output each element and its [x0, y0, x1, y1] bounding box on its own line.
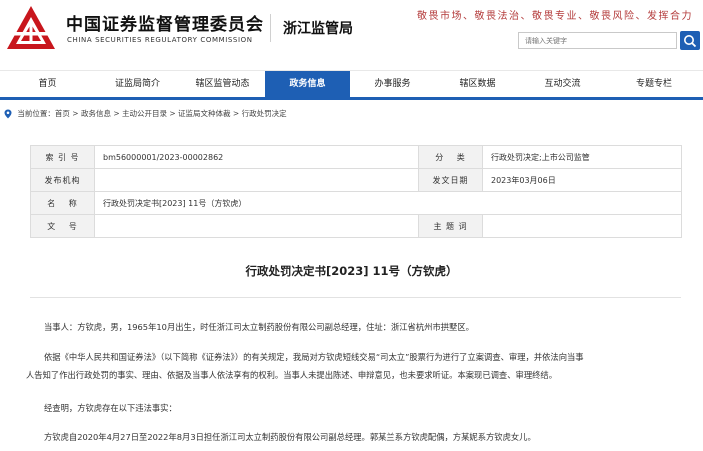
issuer-label: 发布机构 [30, 168, 95, 192]
nav-services[interactable]: 办事服务 [350, 71, 435, 98]
paragraph-basis-line2: 人告知了作出行政处罚的事实、理由、依据及当事人依法享有的权利。当事人未提出陈述、… [26, 370, 558, 380]
table-row: 名 称 行政处罚决定书[2023] 11号（方钦虎） [30, 191, 682, 215]
document-body-p4: 方钦虎自2020年4月27日至2022年8月3日担任浙江司太立制药股份有限公司副… [26, 428, 686, 446]
category-value: 行政处罚决定;上市公司监管 [482, 145, 682, 169]
date-label: 发文日期 [418, 168, 483, 192]
paragraph-basis-line1: 依据《中华人民共和国证券法》（以下简称《证券法》）的有关规定，我局对方钦虎短线交… [44, 352, 584, 362]
nav-bureau-intro[interactable]: 证监局简介 [95, 71, 180, 98]
breadcrumb: 当前位置：首页 > 政务信息 > 主动公开目录 > 证监局文种体裁 > 行政处罚… [4, 108, 287, 124]
index-value: bm56000001/2023-00002862 [94, 145, 419, 169]
document-title: 行政处罚决定书[2023] 11号（方钦虎） [245, 264, 458, 278]
document-info-table: 索 引 号 bm56000001/2023-00002862 分 类 行政处罚决… [30, 145, 682, 238]
docno-value [94, 214, 419, 238]
paragraph-facts: 方钦虎自2020年4月27日至2022年8月3日担任浙江司太立制药股份有限公司副… [44, 432, 536, 442]
keywords-label: 主 题 词 [418, 214, 483, 238]
issuer-value [94, 168, 419, 192]
document-body-p1: 当事人：方钦虎，男，1965年10月出生，时任浙江司太立制药股份有限公司副总经理… [26, 318, 686, 336]
org-name-cn: 中国证券监督管理委员会 [66, 15, 264, 35]
category-label: 分 类 [418, 145, 483, 169]
table-row: 发布机构 发文日期 2023年03月06日 [30, 168, 682, 192]
date-value: 2023年03月06日 [482, 168, 682, 192]
keywords-value [482, 214, 682, 238]
docno-label: 文 号 [30, 214, 95, 238]
bureau-name: 浙江监管局 [283, 21, 353, 37]
nav-gov-info[interactable]: 政务信息 [265, 71, 350, 98]
location-pin-icon [4, 109, 12, 118]
index-label: 索 引 号 [30, 145, 95, 169]
search-icon [684, 35, 697, 48]
table-row: 索 引 号 bm56000001/2023-00002862 分 类 行政处罚决… [30, 145, 682, 169]
nav-home[interactable]: 首页 [0, 71, 95, 98]
header-divider [270, 14, 271, 42]
org-name-en: CHINA SECURITIES REGULATORY COMMISSION [67, 36, 253, 44]
search-button[interactable] [680, 31, 700, 50]
search-input[interactable] [518, 32, 677, 49]
main-nav: 首页 证监局简介 辖区监管动态 政务信息 办事服务 辖区数据 互动交流 专题专栏 [0, 70, 703, 100]
document-body-p3: 经查明，方钦虎存在以下违法事实： [26, 399, 686, 417]
paragraph-party: 当事人：方钦虎，男，1965年10月出生，时任浙江司太立制药股份有限公司副总经理… [44, 322, 474, 332]
breadcrumb-path[interactable]: 首页 > 政务信息 > 主动公开目录 > 证监局文种体裁 > 行政处罚决定 [55, 109, 287, 118]
nav-interaction[interactable]: 互动交流 [520, 71, 605, 98]
nav-special-topics[interactable]: 专题专栏 [605, 71, 703, 98]
nav-data[interactable]: 辖区数据 [435, 71, 520, 98]
table-row: 文 号 主 题 词 [30, 214, 682, 238]
title-divider [30, 297, 681, 298]
nav-regulation-news[interactable]: 辖区监管动态 [180, 71, 265, 98]
document-body-p2: 依据《中华人民共和国证券法》（以下简称《证券法》）的有关规定，我局对方钦虎短线交… [26, 348, 686, 384]
csrc-logo-icon[interactable] [6, 5, 56, 51]
site-header: 中国证券监督管理委员会 CHINA SECURITIES REGULATORY … [0, 0, 703, 70]
breadcrumb-prefix: 当前位置： [17, 109, 55, 118]
slogan: 敬畏市场、敬畏法治、敬畏专业、敬畏风险、发挥合力 [417, 11, 693, 22]
name-label: 名 称 [30, 191, 95, 215]
name-value: 行政处罚决定书[2023] 11号（方钦虎） [94, 191, 682, 215]
paragraph-findings: 经查明，方钦虎存在以下违法事实： [44, 403, 177, 413]
